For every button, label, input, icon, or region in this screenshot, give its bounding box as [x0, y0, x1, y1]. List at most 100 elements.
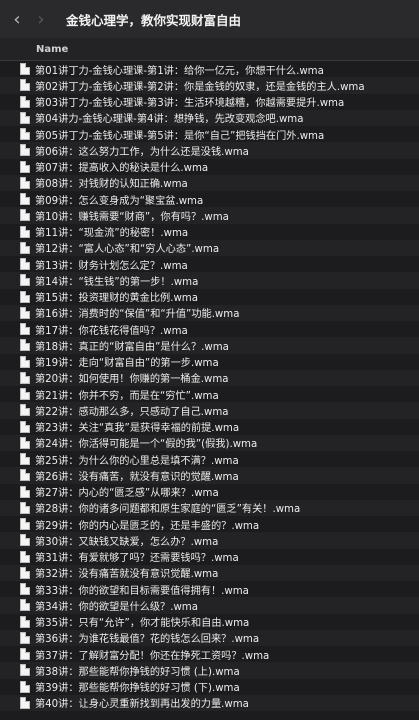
file-row[interactable]: 第07讲：提高收入的秘诀是什么.wma [0, 159, 419, 175]
file-name: 第20讲：如何使用！你赚的第一桶金.wma [35, 374, 229, 386]
file-name: 第39讲：那些能帮你挣钱的好习惯 (下).wma [35, 683, 240, 695]
file-name: 第40讲：让身心灵重新找到再出发的力量.wma [35, 699, 249, 711]
file-row[interactable]: 第33讲：你的欲望和目标需要值得拥有！.wma [0, 581, 419, 597]
file-row[interactable]: 第25讲：为什么你的心里总是填不满？.wma [0, 451, 419, 467]
file-row[interactable]: 第17讲：你花钱花得值吗？.wma [0, 321, 419, 337]
audio-file-icon [20, 534, 30, 547]
file-row[interactable]: 第28讲：你的诸多问题都和原生家庭的“匮乏”有关！.wma [0, 499, 419, 516]
audio-file-icon [20, 680, 30, 693]
forward-button[interactable]: › [32, 8, 50, 30]
file-row[interactable]: 第04讲力-金钱心理课-第4讲：想挣钱，先改变观念吧.wma [0, 109, 419, 126]
audio-file-icon [20, 274, 30, 287]
audio-file-icon [20, 648, 30, 661]
file-row[interactable]: 第10讲：赚钱需要“财商”，你有吗？.wma [0, 207, 419, 224]
file-row[interactable]: 第29讲：你的内心是匮乏的，还是丰盛的？.wma [0, 516, 419, 532]
audio-file-icon [20, 160, 30, 173]
file-name: 第26讲：没有痛苦，就没有意识的觉醒.wma [35, 471, 239, 483]
file-name: 第01讲丁力-金钱心理课-第1讲：给你一亿元，你想干什么.wma [35, 65, 324, 77]
file-row[interactable]: 第34讲：你的欲望是什么级？.wma [0, 597, 419, 614]
file-row[interactable]: 第18讲：真正的“财富自由”是什么？.wma [0, 337, 419, 354]
file-list: 第01讲丁力-金钱心理课-第1讲：给你一亿元，你想干什么.wma 第02讲丁力-金… [0, 61, 419, 720]
audio-file-icon [20, 193, 30, 206]
column-header-name[interactable]: Name [36, 44, 68, 55]
file-name: 第29讲：你的内心是匮乏的，还是丰盛的？.wma [35, 520, 260, 532]
audio-file-icon [20, 79, 30, 92]
file-row[interactable]: 第11讲：“现金流”的秘密！.wma [0, 224, 419, 240]
file-name: 第30讲：又缺钱又缺爱，怎么办？.wma [35, 536, 219, 548]
file-name: 第07讲：提高收入的秘诀是什么.wma [35, 163, 209, 175]
column-header-bar: Name [0, 38, 419, 61]
file-name: 第05讲丁力-金钱心理课-第5讲：是你“自己”把钱挡在门外.wma [35, 130, 325, 142]
audio-file-icon [20, 615, 30, 628]
file-row[interactable]: 第08讲：对钱财的认知正确.wma [0, 174, 419, 191]
file-name: 第24讲：你活得可能是一个“假的我”(假我).wma [35, 439, 258, 451]
audio-file-icon [20, 355, 30, 368]
file-row[interactable]: 第20讲：如何使用！你赚的第一桶金.wma [0, 369, 419, 386]
file-row[interactable]: 第40讲：让身心灵重新找到再出发的力量.wma [0, 694, 419, 711]
file-row[interactable]: 第32讲：没有痛苦就没有意识觉醒.wma [0, 564, 419, 581]
audio-file-icon [20, 469, 30, 482]
file-name: 第06讲：这么努力工作，为什么还是没钱.wma [35, 146, 249, 158]
file-row[interactable]: 第30讲：又缺钱又缺爱，怎么办？.wma [0, 532, 419, 549]
file-row[interactable]: 第06讲：这么努力工作，为什么还是没钱.wma [0, 142, 419, 159]
file-row[interactable]: 第16讲：消费时的“保值”和“升值”功能.wma [0, 304, 419, 321]
audio-file-icon [20, 631, 30, 644]
file-row[interactable]: 第39讲：那些能帮你挣钱的好习惯 (下).wma [0, 679, 419, 695]
file-row[interactable]: 第31讲：有爱就够了吗？还需要钱吗？.wma [0, 549, 419, 565]
file-name: 第21讲：你并不穷，而是在“穷忙”.wma [35, 390, 219, 402]
file-name: 第18讲：真正的“财富自由”是什么？.wma [35, 341, 229, 353]
file-name: 第36讲：为谁花钱最值？花的钱怎么回来？.wma [35, 634, 260, 646]
chevron-right-icon: › [37, 8, 45, 30]
audio-file-icon [20, 518, 30, 531]
file-row[interactable]: 第12讲：“富人心态”和“穷人心态”.wma [0, 239, 419, 256]
file-name: 第14讲：“钱生钱”的第一步！.wma [35, 276, 199, 288]
file-row[interactable]: 第21讲：你并不穷，而是在“穷忙”.wma [0, 386, 419, 402]
audio-file-icon [20, 241, 30, 254]
audio-file-icon [20, 599, 30, 612]
file-row[interactable]: 第22讲：感动那么多，只感动了自己.wma [0, 402, 419, 419]
file-row[interactable]: 第36讲：为谁花钱最值？花的钱怎么回来？.wma [0, 629, 419, 646]
file-name: 第11讲：“现金流”的秘密！.wma [35, 228, 189, 240]
file-row[interactable]: 第23讲：关注“真我”是获得幸福的前提.wma [0, 419, 419, 435]
file-name: 第12讲：“富人心态”和“穷人心态”.wma [35, 244, 220, 256]
file-name: 第25讲：为什么你的心里总是填不满？.wma [35, 455, 239, 467]
file-row[interactable]: 第02讲丁力-金钱心理课-第2讲：你是金钱的奴隶，还是金钱的主人.wma [0, 77, 419, 94]
file-name: 第27讲：内心的“匮乏感”从哪来？.wma [35, 488, 219, 500]
file-name: 第32讲：没有痛苦就没有意识觉醒.wma [35, 569, 219, 581]
audio-file-icon [20, 290, 30, 303]
back-button[interactable]: ‹ [8, 8, 26, 30]
audio-file-icon [20, 111, 30, 124]
file-row[interactable]: 第35讲：只有“允许”，你才能快乐和自由.wma [0, 614, 419, 630]
file-row[interactable]: 第26讲：没有痛苦，就没有意识的觉醒.wma [0, 467, 419, 484]
file-name: 第37讲：了解财富分配！你还在挣死工资吗？.wma [35, 650, 270, 662]
audio-file-icon [20, 501, 30, 514]
audio-file-icon [20, 95, 30, 108]
file-row[interactable]: 第24讲：你活得可能是一个“假的我”(假我).wma [0, 434, 419, 451]
audio-file-icon [20, 436, 30, 449]
file-name: 第22讲：感动那么多，只感动了自己.wma [35, 406, 229, 418]
file-name: 第34讲：你的欲望是什么级？.wma [35, 601, 198, 613]
audio-file-icon [20, 583, 30, 596]
file-row[interactable]: 第09讲：怎么变身成为“聚宝盆.wma [0, 191, 419, 207]
window-title: 金钱心理学，教你实现财富自由 [66, 12, 242, 28]
file-name: 第15讲：投资理财的黄金比例.wma [35, 293, 198, 305]
audio-file-icon [20, 485, 30, 498]
file-row[interactable]: 第37讲：了解财富分配！你还在挣死工资吗？.wma [0, 646, 419, 662]
file-row[interactable]: 第14讲：“钱生钱”的第一步！.wma [0, 272, 419, 289]
audio-file-icon [20, 225, 30, 238]
file-row[interactable]: 第19讲：走向“财富自由”的第一步.wma [0, 354, 419, 370]
audio-file-icon [20, 696, 30, 709]
audio-file-icon [20, 388, 30, 401]
file-row[interactable]: 第38讲：那些能帮你挣钱的好习惯 (上).wma [0, 662, 419, 679]
file-row[interactable]: 第13讲：财务计划怎么定？.wma [0, 256, 419, 272]
file-name: 第02讲丁力-金钱心理课-第2讲：你是金钱的奴隶，还是金钱的主人.wma [35, 81, 365, 93]
file-row[interactable]: 第05讲丁力-金钱心理课-第5讲：是你“自己”把钱挡在门外.wma [0, 126, 419, 142]
audio-file-icon [20, 566, 30, 579]
file-row[interactable]: 第03讲丁力-金钱心理课-第3讲：生活环境越糟，你越需要提升.wma [0, 94, 419, 110]
file-row[interactable]: 第01讲丁力-金钱心理课-第1讲：给你一亿元，你想干什么.wma [0, 61, 419, 77]
audio-file-icon [20, 453, 30, 466]
file-name: 第09讲：怎么变身成为“聚宝盆.wma [35, 195, 204, 207]
file-row[interactable]: 第15讲：投资理财的黄金比例.wma [0, 289, 419, 305]
file-row[interactable]: 第27讲：内心的“匮乏感”从哪来？.wma [0, 484, 419, 500]
audio-file-icon [20, 664, 30, 677]
